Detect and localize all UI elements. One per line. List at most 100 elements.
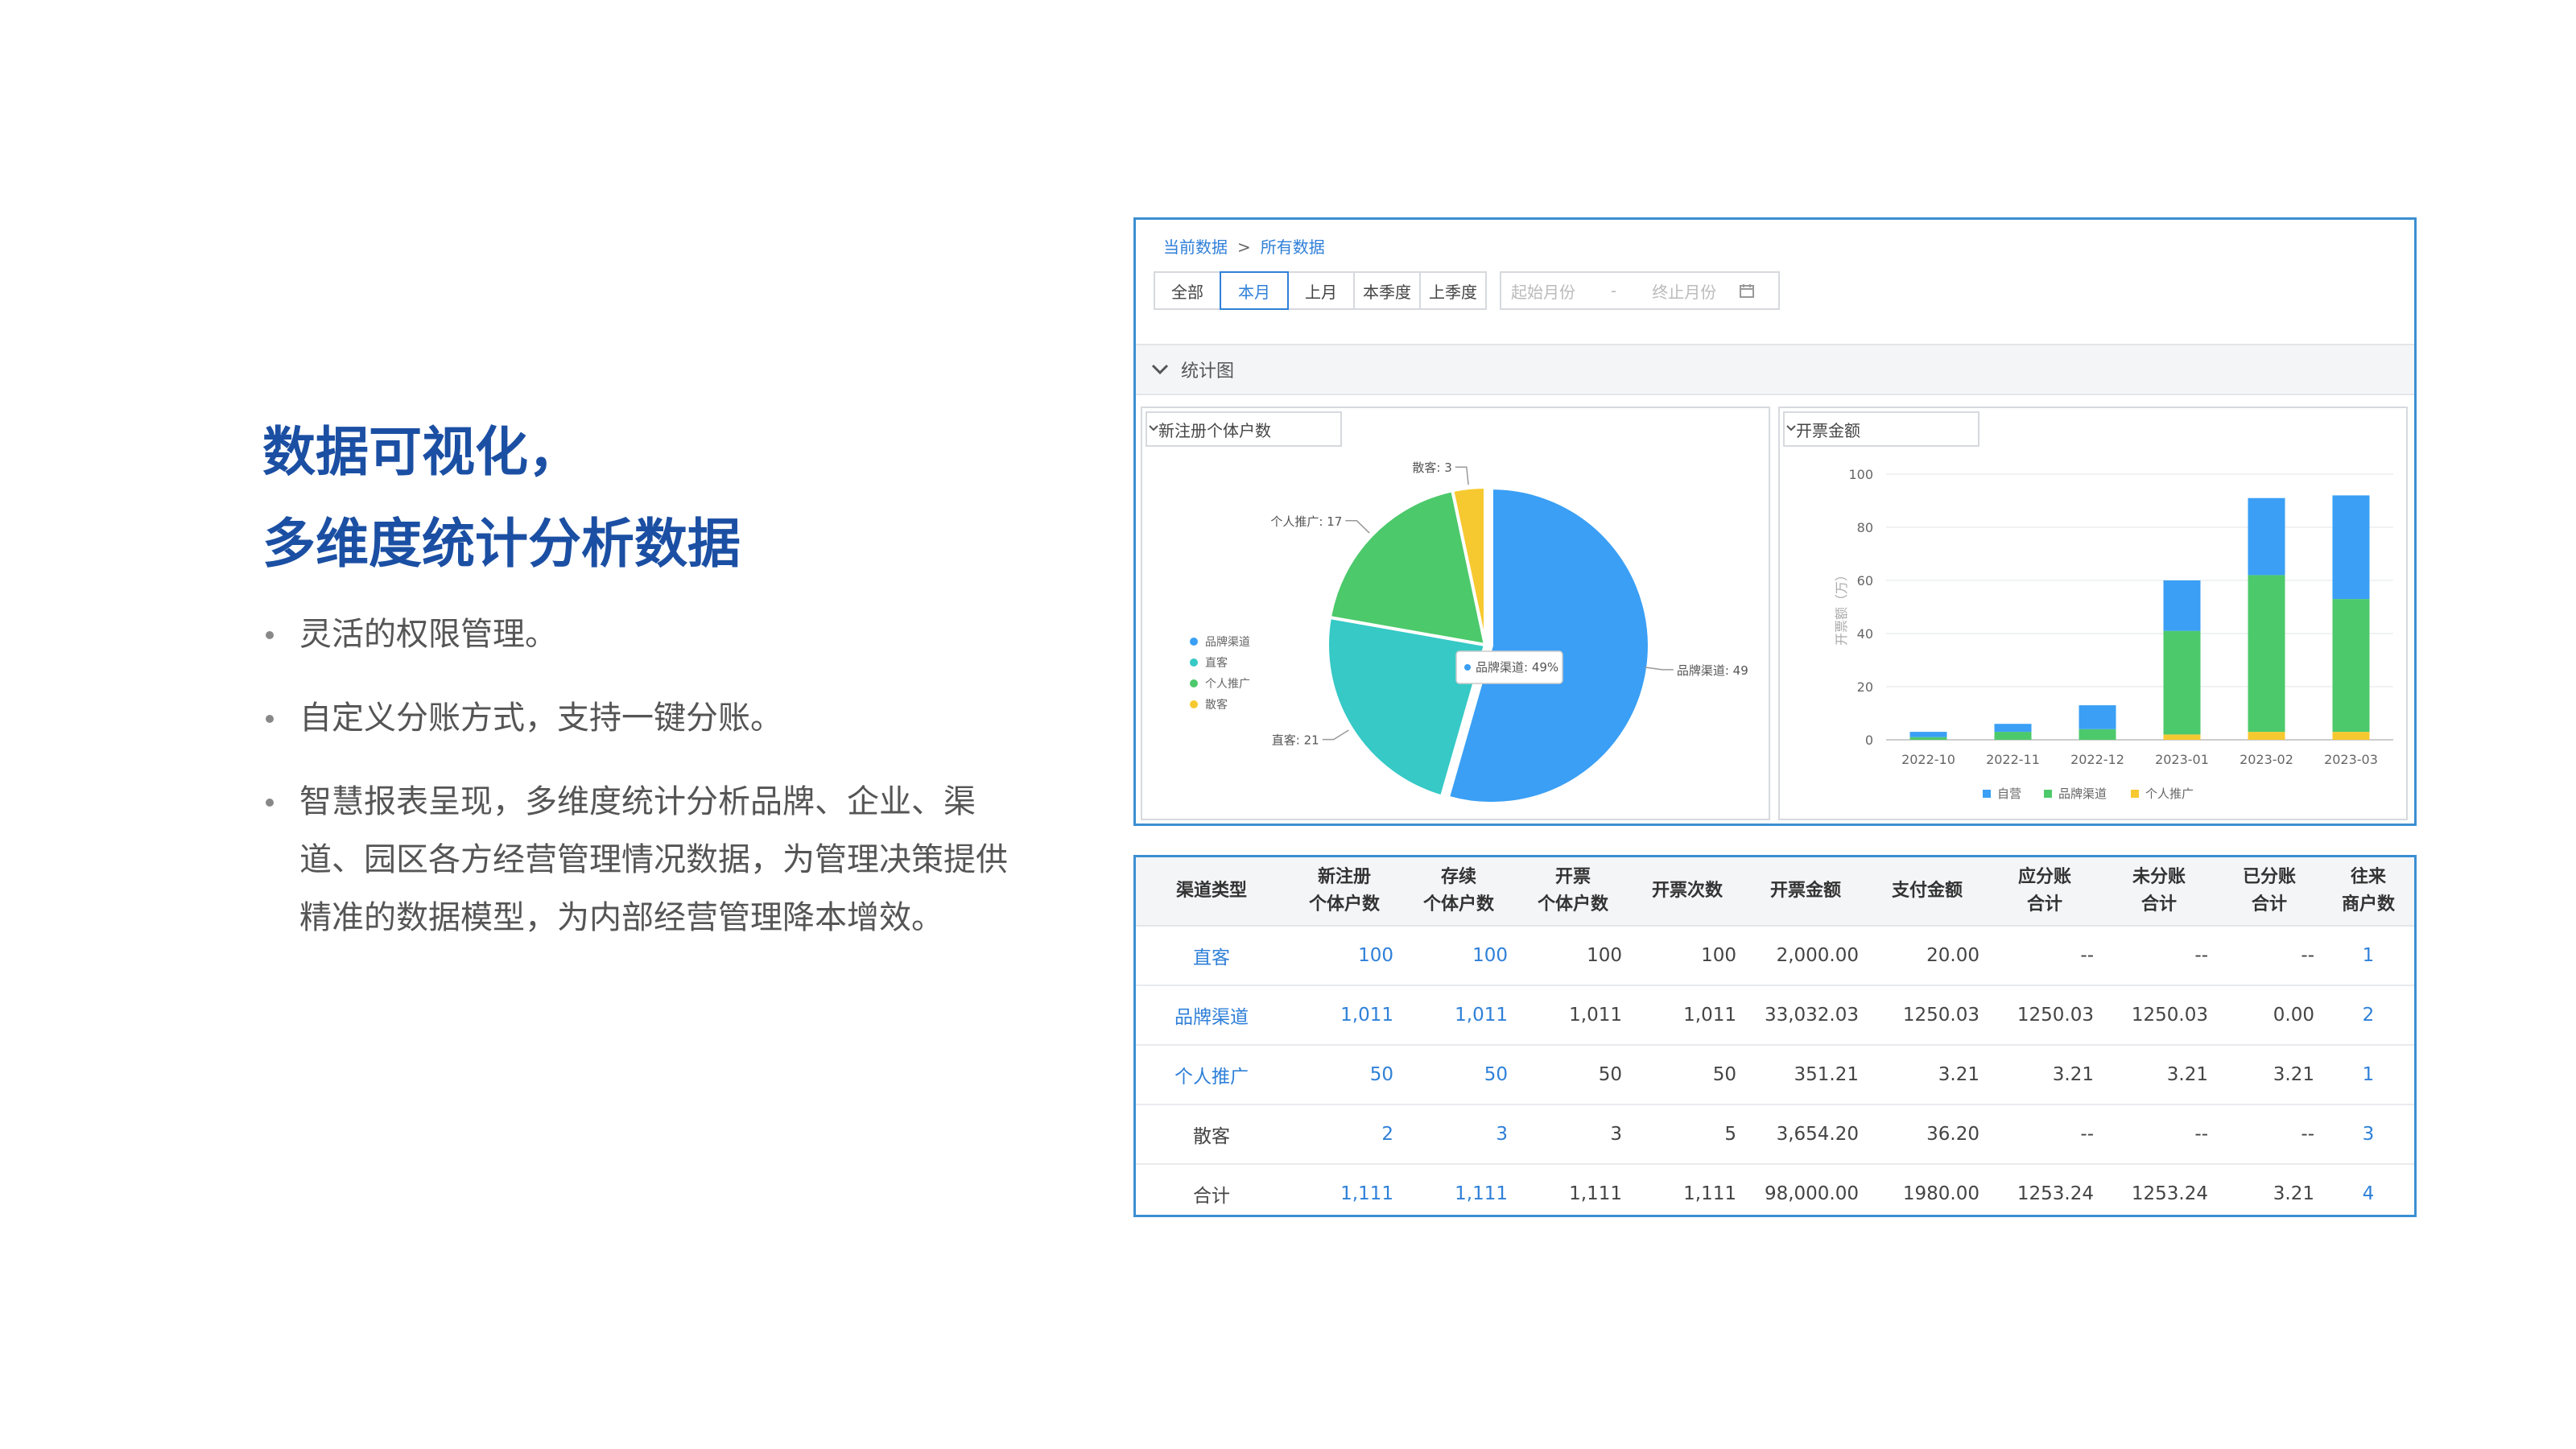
filter-last-month-button[interactable]: 上月 — [1287, 271, 1355, 310]
table-cell[interactable]: 50 — [1287, 1045, 1402, 1105]
x-tick-label: 2023-03 — [2324, 752, 2378, 767]
column-header-line: 开票次数 — [1651, 881, 1723, 901]
table-cell: 3.21 — [1867, 1045, 1988, 1105]
table-cell: 20.00 — [1867, 926, 1988, 986]
bar-chart: 0 20 40 60 80 100 开票额（万） 2022-10 2022-11 2022-12 2… — [1834, 467, 2393, 801]
filter-all-button[interactable]: 全部 — [1154, 271, 1221, 310]
tooltip-text: 品牌渠道: 49% — [1476, 660, 1558, 675]
table-cell: 1,111 — [1516, 1164, 1630, 1215]
feature-list: 灵活的权限管理。 自定义分账方式，支持一键分账。 智慧报表呈现，多维度统计分析品… — [262, 605, 1035, 972]
table-cell: -- — [2102, 926, 2216, 986]
table-cell: 2,000.00 — [1744, 926, 1867, 986]
column-header: 应分账 合计 — [1988, 857, 2102, 927]
breadcrumb-current[interactable]: 当前数据 — [1163, 237, 1228, 257]
table-cell[interactable]: 1,011 — [1402, 985, 1516, 1046]
bar-segment-2-4[interactable] — [2248, 732, 2285, 740]
table-cell[interactable]: 2 — [2322, 985, 2414, 1046]
headline: 数据可视化， 多维度统计分析数据 — [262, 407, 741, 590]
bar-segment-1-1[interactable] — [1994, 732, 2032, 740]
y-tick-label: 100 — [1848, 467, 1873, 482]
table-cell[interactable]: 4 — [2322, 1164, 2414, 1215]
table-cell: 100 — [1516, 926, 1630, 986]
table-cell[interactable]: 1,111 — [1402, 1164, 1516, 1215]
table-cell[interactable]: 50 — [1402, 1045, 1516, 1105]
bar-segment-2-3[interactable] — [2163, 734, 2201, 740]
legend-marker — [1983, 790, 1991, 798]
bar-segment-0-5[interactable] — [2332, 495, 2370, 600]
start-month-input[interactable]: 起始月份 — [1511, 279, 1575, 303]
column-header: 存续 个体户数 — [1402, 857, 1516, 927]
column-header: 已分账 合计 — [2216, 857, 2322, 927]
legend-label: 个人推广 — [2145, 786, 2194, 801]
table-cell[interactable]: 1 — [2322, 1045, 2414, 1105]
column-header-line: 个体户数 — [1422, 894, 1494, 914]
table-cell[interactable]: 3 — [2322, 1104, 2414, 1165]
table-cell: 1253.24 — [1988, 1164, 2102, 1215]
channel-type-cell[interactable]: 直客 — [1136, 926, 1287, 986]
legend-label: 个人推广 — [1205, 678, 1250, 691]
table-cell: 5 — [1630, 1104, 1744, 1165]
bar-segment-1-5[interactable] — [2332, 599, 2370, 733]
column-header-line: 合计 — [2140, 894, 2177, 914]
table-cell[interactable]: 3 — [1402, 1104, 1516, 1165]
table-row: 散客 2 3 3 5 3,654.20 36.20 -- -- -- 3 — [1136, 1104, 2414, 1165]
table-cell: 1253.24 — [2102, 1164, 2216, 1215]
column-header-line: 个体户数 — [1308, 894, 1380, 914]
column-header-line: 存续 — [1440, 867, 1476, 887]
column-header: 新注册 个体户数 — [1287, 857, 1402, 927]
y-tick-label: 80 — [1857, 520, 1873, 535]
calendar-icon[interactable] — [1739, 283, 1755, 299]
date-range-picker[interactable]: 起始月份 - 终止月份 — [1500, 271, 1780, 310]
table-cell[interactable]: 1 — [2322, 926, 2414, 986]
headline-line-2: 多维度统计分析数据 — [262, 513, 741, 575]
table-row: 品牌渠道 1,011 1,011 1,011 1,011 33,032.03 1250.03… — [1136, 985, 2414, 1046]
bar-segment-1-0[interactable] — [1909, 737, 1947, 740]
channel-type-cell[interactable]: 品牌渠道 — [1136, 985, 1287, 1046]
pie-slice-label: 散客: 3 — [1412, 460, 1451, 475]
table-cell: 3.21 — [2216, 1164, 2322, 1215]
bar-segment-1-3[interactable] — [2163, 630, 2201, 735]
filter-this-quarter-button[interactable]: 本季度 — [1353, 271, 1421, 310]
bar-segment-0-3[interactable] — [2163, 580, 2201, 631]
table-cell[interactable]: 1,011 — [1287, 985, 1402, 1046]
filter-last-quarter-button[interactable]: 上季度 — [1419, 271, 1487, 310]
legend-label: 散客 — [1205, 698, 1228, 712]
pie-leader-line — [1322, 729, 1349, 741]
bar-segment-1-4[interactable] — [2248, 575, 2285, 733]
dashboard-panel: 当前数据 > 所有数据 全部 本月 上月 本季度 上季度 起始月份 - 终止月份 统… — [1133, 217, 2417, 826]
bar-segment-2-5[interactable] — [2332, 732, 2370, 740]
filter-this-month-button[interactable]: 本月 — [1220, 271, 1289, 310]
breadcrumb-all[interactable]: 所有数据 — [1261, 237, 1325, 257]
table-cell[interactable]: 1,111 — [1287, 1164, 1402, 1215]
column-header: 开票金额 — [1744, 857, 1867, 927]
table-cell[interactable]: 2 — [1287, 1104, 1402, 1165]
table-cell[interactable]: 100 — [1402, 926, 1516, 986]
chevron-down-icon[interactable] — [1150, 363, 1170, 376]
headline-line-1: 数据可视化， — [262, 421, 581, 483]
table-cell[interactable]: 100 — [1287, 926, 1402, 986]
channel-stats-table: 渠道类型 新注册 个体户数 存续 个体户数 开票 个体户数 开票次数 开票金额 支付金额 应分账 合计… — [1133, 855, 2417, 1217]
bar-segment-0-4[interactable] — [2248, 497, 2285, 576]
stats-section-header[interactable]: 统计图 — [1136, 344, 2414, 395]
table-cell: 3.21 — [1988, 1045, 2102, 1105]
bar-segment-0-1[interactable] — [1994, 724, 2032, 733]
bar-segment-0-2[interactable] — [2079, 705, 2116, 729]
bar-segment-1-2[interactable] — [2079, 729, 2116, 740]
x-tick-label: 2023-02 — [2240, 752, 2293, 767]
y-tick-label: 60 — [1857, 573, 1873, 588]
bar-segment-0-0[interactable] — [1909, 732, 1947, 737]
table-cell: 1,011 — [1516, 985, 1630, 1046]
end-month-input[interactable]: 终止月份 — [1652, 279, 1716, 303]
y-tick-label: 20 — [1857, 679, 1873, 695]
feature-item: 自定义分账方式，支持一键分账。 — [262, 689, 1035, 747]
channel-type-cell[interactable]: 个人推广 — [1136, 1045, 1287, 1105]
pie-chart: 品牌渠道: 49 直客: 21 个人推广: 17 散客: 3 品牌渠道直客个人推广散客 品… — [1190, 460, 1748, 806]
legend-marker — [1190, 638, 1198, 646]
table-cell: 1,011 — [1630, 985, 1744, 1046]
column-header: 未分账 合计 — [2102, 857, 2216, 927]
column-header-line: 商户数 — [2341, 894, 2395, 914]
column-header: 往来 商户数 — [2322, 857, 2414, 927]
tooltip-marker — [1464, 664, 1471, 671]
column-header-line: 新注册 — [1317, 867, 1371, 887]
column-header-line: 开票金额 — [1769, 881, 1841, 901]
